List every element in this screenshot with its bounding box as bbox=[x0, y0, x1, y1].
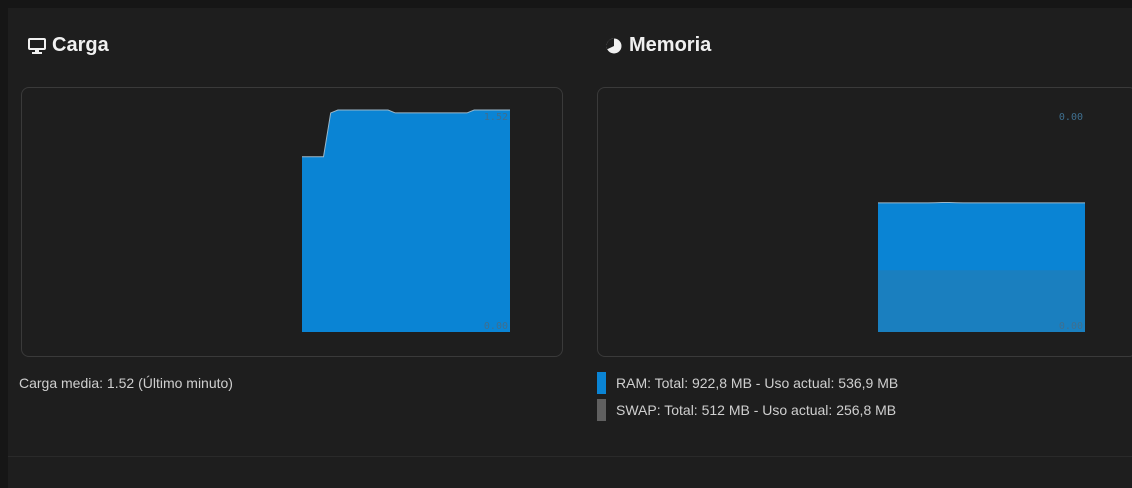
load-ymax-label: 1.52 bbox=[484, 112, 508, 123]
pie-chart-icon bbox=[605, 37, 623, 55]
swap-color-swatch bbox=[597, 399, 606, 421]
load-series-0-area bbox=[302, 110, 510, 332]
system-status-panel: Carga Memoria 1.52 0.00 0.00 0.00 Carga me… bbox=[8, 8, 1132, 488]
memory-title-text: Memoria bbox=[629, 34, 712, 56]
load-chart-svg: 1.52 0.00 bbox=[302, 109, 510, 332]
memory-ymin-label: 0.00 bbox=[1059, 321, 1083, 332]
load-average-text: Carga media: 1.52 (Último minuto) bbox=[19, 375, 233, 391]
memory-section-title: Memoria bbox=[605, 34, 711, 57]
monitor-icon bbox=[28, 37, 46, 55]
load-section-title: Carga bbox=[28, 34, 109, 57]
memory-chart: 0.00 0.00 bbox=[597, 87, 1132, 357]
load-ymin-label: 0.00 bbox=[484, 321, 508, 332]
legend-ram: RAM: Total: 922,8 MB - Uso actual: 536,9… bbox=[597, 372, 898, 394]
load-chart: 1.52 0.00 bbox=[21, 87, 563, 357]
memory-ymax-label: 0.00 bbox=[1059, 112, 1083, 123]
ram-color-swatch bbox=[597, 372, 606, 394]
bottom-divider bbox=[8, 456, 1132, 457]
memory-series-1-area bbox=[878, 270, 1085, 332]
memory-chart-svg: 0.00 0.00 bbox=[878, 112, 1085, 332]
swap-legend-text: SWAP: Total: 512 MB - Uso actual: 256,8 … bbox=[616, 402, 897, 418]
ram-legend-text: RAM: Total: 922,8 MB - Uso actual: 536,9… bbox=[616, 375, 899, 391]
legend-swap: SWAP: Total: 512 MB - Uso actual: 256,8 … bbox=[597, 399, 896, 421]
window: Carga Memoria 1.52 0.00 0.00 0.00 Carga me… bbox=[0, 0, 1132, 488]
load-title-text: Carga bbox=[52, 34, 109, 56]
